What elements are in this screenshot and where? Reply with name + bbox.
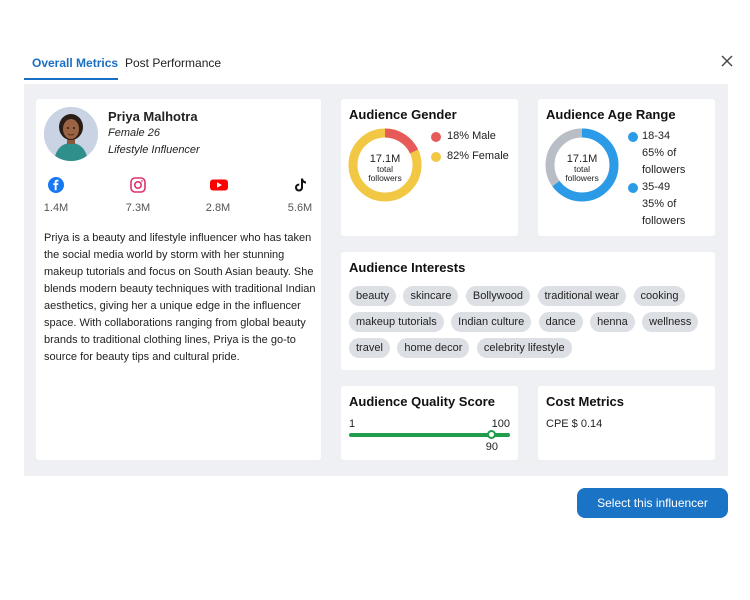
legend-female: 82% Female <box>447 150 509 162</box>
legend-18-34-range: 18-34 <box>642 130 671 142</box>
profile-card: Priya Malhotra Female 26 Lifestyle Influ… <box>36 99 321 460</box>
audience-interests-card: Audience Interests beauty skincare Bolly… <box>341 252 715 370</box>
audience-gender-card: Audience Gender 17.1M total followers 18… <box>341 99 518 236</box>
instagram-icon <box>130 177 146 193</box>
interest-chip[interactable]: wellness <box>642 312 699 332</box>
interest-chips: beauty skincare Bollywood traditional we… <box>349 286 711 364</box>
legend-dot-35-49 <box>628 183 638 193</box>
legend-18-34-line2: followers <box>642 164 686 176</box>
influencer-bio: Priya is a beauty and lifestyle influenc… <box>44 232 316 363</box>
legend-dot-male <box>431 132 441 142</box>
quality-slider-track[interactable] <box>349 433 510 437</box>
interest-chip[interactable]: cooking <box>633 286 686 306</box>
interest-chip[interactable]: henna <box>590 312 635 332</box>
tab-overall-metrics[interactable]: Overall Metrics <box>32 56 118 70</box>
quality-slider-thumb[interactable] <box>487 430 497 439</box>
cpe-value: CPE $ 0.14 <box>546 418 603 430</box>
interest-chip[interactable]: Bollywood <box>465 286 531 306</box>
metrics-panel: Priya Malhotra Female 26 Lifestyle Influ… <box>24 84 728 476</box>
select-influencer-button[interactable]: Select this influencer <box>577 488 728 518</box>
audience-interests-title: Audience Interests <box>349 260 466 275</box>
active-tab-indicator <box>24 78 118 80</box>
interest-chip[interactable]: travel <box>349 338 390 358</box>
tiktok-count: 5.6M <box>287 202 313 214</box>
legend-35-49-line1: 35% of <box>642 198 677 210</box>
gender-donut-chart: 17.1M total followers <box>348 128 422 202</box>
interest-chip[interactable]: dance <box>538 312 583 332</box>
close-icon[interactable] <box>718 54 736 72</box>
social-tiktok[interactable]: 5.6M <box>280 177 320 214</box>
audience-gender-title: Audience Gender <box>349 107 457 122</box>
youtube-icon <box>210 177 228 193</box>
legend-dot-18-34 <box>628 132 638 142</box>
cost-metrics-card: Cost Metrics CPE $ 0.14 <box>538 386 715 460</box>
tab-post-performance[interactable]: Post Performance <box>125 56 221 70</box>
quality-value: 90 <box>485 441 498 453</box>
legend-dot-female <box>431 152 441 162</box>
interest-chip[interactable]: Indian culture <box>451 312 532 332</box>
audience-quality-card: Audience Quality Score 1 100 90 <box>341 386 518 460</box>
facebook-icon <box>48 177 64 193</box>
interest-chip[interactable]: celebrity lifestyle <box>476 338 572 358</box>
gender-total-label-2: followers <box>368 173 402 183</box>
influencer-name: Priya Malhotra <box>108 109 198 124</box>
social-instagram[interactable]: 7.3M <box>118 177 158 214</box>
gender-age: Female 26 <box>108 127 160 139</box>
audience-quality-title: Audience Quality Score <box>349 394 495 409</box>
quality-max: 100 <box>491 418 510 430</box>
interest-chip[interactable]: makeup tutorials <box>349 312 444 332</box>
instagram-count: 7.3M <box>125 202 151 214</box>
social-facebook[interactable]: 1.4M <box>36 177 76 214</box>
tab-bar: Overall Metrics Post Performance <box>24 50 344 80</box>
legend-35-49-range: 35-49 <box>642 181 671 193</box>
tiktok-icon <box>292 177 308 193</box>
quality-min: 1 <box>349 418 356 430</box>
age-total-label-2: followers <box>565 173 599 183</box>
interest-chip[interactable]: traditional wear <box>537 286 627 306</box>
interest-chip[interactable]: skincare <box>403 286 459 306</box>
influencer-category: Lifestyle Influencer <box>108 144 200 156</box>
legend-male: 18% Male <box>447 130 496 142</box>
audience-age-title: Audience Age Range <box>546 107 676 122</box>
legend-35-49-line2: followers <box>642 215 686 227</box>
youtube-count: 2.8M <box>205 202 231 214</box>
age-donut-chart: 17.1M total followers <box>545 128 619 202</box>
social-youtube[interactable]: 2.8M <box>198 177 238 214</box>
cost-metrics-title: Cost Metrics <box>546 394 625 409</box>
legend-18-34-line1: 65% of <box>642 147 677 159</box>
facebook-count: 1.4M <box>43 202 69 214</box>
interest-chip[interactable]: beauty <box>349 286 397 306</box>
audience-age-card: Audience Age Range 17.1M total followers… <box>538 99 715 236</box>
interest-chip[interactable]: home decor <box>397 338 470 358</box>
avatar <box>44 107 98 161</box>
